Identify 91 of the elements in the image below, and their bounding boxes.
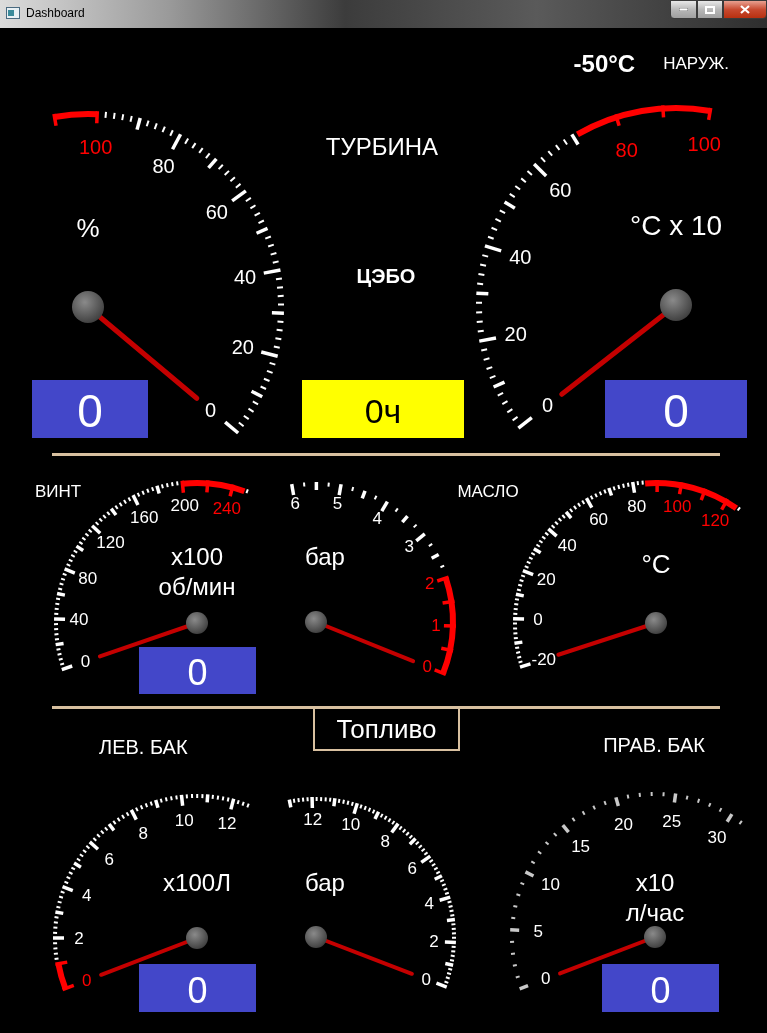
scale-label: 80 [627,497,647,517]
unit-label: x10 [635,868,675,896]
scale-label: 10 [341,814,361,834]
scale-label: 6 [290,494,300,514]
scale-label: 2 [424,574,435,594]
scale-label: 0 [542,394,554,417]
close-icon [740,5,750,14]
scale-label: 60 [205,201,228,224]
scale-label: 20 [231,336,254,359]
tank-label: ПРАВ. БАК [603,733,705,757]
scale-label: 12 [217,814,237,834]
scale-label: 80 [78,568,98,588]
scale-label: 8 [380,831,390,851]
scale-label: 6 [407,859,418,879]
scale-label: 240 [212,499,242,519]
value-display: 0 [32,380,148,438]
scale-label: 25 [662,811,682,831]
value-display: 0 [602,964,719,1012]
scale-label: 15 [571,837,591,857]
close-button[interactable] [723,0,767,19]
scale-label: 60 [589,510,609,530]
scale-label: 40 [509,245,532,268]
maximize-icon [705,5,715,14]
scale-label: 3 [404,537,414,556]
warning-arc [180,480,246,497]
scale-label: 200 [170,496,199,516]
minimize-button[interactable] [670,0,697,19]
scale-label: 80 [152,154,175,177]
unit-label: % [76,213,100,243]
outside-temperature: -50°C [573,50,636,78]
scale-label: 0 [421,969,431,989]
scale-label: 0 [82,970,92,990]
scale-label: 40 [557,535,577,555]
scale-label: 10 [541,874,560,894]
scale-label: 120 [700,511,730,531]
scale-label: 8 [138,823,148,843]
scale-label: 100 [78,136,113,159]
scale-label: 5 [332,494,343,514]
maximize-button[interactable] [697,0,723,19]
fuel-title: Топливо [313,709,460,751]
scale-label: 20 [614,814,633,834]
scale-label: 0 [422,657,432,677]
scale-label: 0 [533,609,543,629]
scale-label: 100 [663,497,692,517]
scale-label: 0 [541,969,551,989]
section-title: ТУРБИНА [325,132,439,160]
unit-label: об/мин [158,572,236,600]
scale-label: 40 [69,610,89,630]
scale-label: 30 [707,828,727,848]
scale-label: 4 [82,886,92,906]
scale-label: -20 [531,649,557,669]
value-display: 0 [139,964,256,1012]
scale-label: 6 [104,849,114,869]
scale-label: 4 [372,509,382,529]
scale-label: 5 [533,921,543,941]
unit-label: л/час [625,898,685,926]
scale-label: 2 [74,928,84,948]
outside-label: НАРУЖ. [663,54,729,74]
unit-label: бар [305,868,345,896]
value-display: 0 [605,380,747,438]
tank-label: ЛЕВ. БАК [99,735,188,759]
scale-label: 80 [615,138,638,161]
scale-label: 100 [687,133,721,156]
unit-label: x100 [171,542,223,570]
hours-display: 0ч [302,380,464,438]
section-title: ЦЭБО [356,265,416,287]
scale-label: 0 [205,398,217,421]
warning-arc [52,111,100,127]
scale-label: 20 [504,323,527,346]
scale-label: 2 [429,932,439,952]
gauge-caption: МАСЛО [457,481,519,501]
scale-label: 20 [536,570,556,590]
unit-label: °C [641,549,671,579]
gauge-caption: ВИНТ [34,481,82,501]
scale-label: 10 [174,811,194,831]
scale-label: 12 [303,809,323,829]
window-icon [6,7,20,19]
value-display: 0 [139,647,256,694]
unit-label: °C x 10 [629,209,723,241]
scale-label: 4 [424,893,434,913]
scale-label: 1 [431,616,441,635]
window-title: Dashboard [26,6,85,20]
scale-label: 160 [130,507,159,527]
scale-label: 120 [96,533,125,553]
scale-label: 0 [80,651,91,671]
unit-label: x100Л [163,868,231,896]
scale-label: 40 [234,265,257,288]
scale-label: 60 [549,179,572,202]
warning-arc [55,960,75,992]
unit-label: бар [305,542,345,570]
minimize-icon [679,8,688,11]
